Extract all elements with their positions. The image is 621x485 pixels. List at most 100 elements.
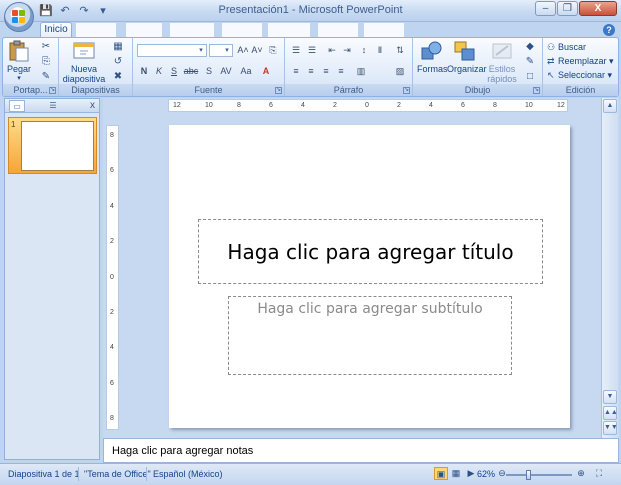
minimize-button[interactable]: –	[535, 1, 556, 16]
next-slide-icon[interactable]: ▼▼	[603, 421, 618, 435]
ruler-tick-label: 4	[110, 344, 114, 352]
tab-placeholder[interactable]	[364, 23, 404, 37]
font-group-label: Fuente	[133, 84, 284, 96]
paste-button[interactable]: Pegar ▾	[7, 40, 31, 84]
tab-placeholder[interactable]	[318, 23, 358, 37]
scroll-up-icon[interactable]: ▲	[603, 99, 617, 113]
layout-icon[interactable]: ▦	[111, 40, 125, 53]
arrange-icon	[453, 40, 477, 62]
ruler-tick-label: 10	[205, 102, 213, 109]
reset-icon[interactable]: ↺	[111, 55, 125, 68]
ruler-tick-label: 0	[110, 273, 114, 281]
dialog-launcher-icon[interactable]: ↘	[533, 87, 540, 94]
clear-format-icon[interactable]: ⎘	[266, 44, 280, 57]
italic-button[interactable]: K	[152, 65, 166, 78]
close-panel-icon[interactable]: x	[90, 99, 95, 113]
outline-tab-icon[interactable]: ☰	[45, 100, 61, 112]
shape-outline-icon[interactable]: ✎	[523, 55, 537, 68]
previous-slide-icon[interactable]: ▲▲	[603, 406, 618, 420]
copy-icon[interactable]: ⎘	[39, 55, 53, 68]
zoom-in-icon[interactable]: ⊕	[574, 467, 588, 480]
tab-placeholder[interactable]	[170, 23, 214, 37]
align-right-icon[interactable]: ≡	[319, 65, 333, 78]
line-spacing-icon[interactable]: ↕	[357, 44, 371, 57]
shape-effects-icon[interactable]: □	[523, 70, 537, 83]
replace-button[interactable]: ⇄ Reemplazar ▾	[547, 56, 614, 67]
tab-placeholder[interactable]	[126, 23, 162, 37]
underline-button[interactable]: S	[167, 65, 181, 78]
shape-fill-icon[interactable]: ◆	[523, 40, 537, 53]
grow-font-icon[interactable]: A˄	[236, 44, 250, 57]
shadow-button[interactable]: S	[202, 65, 216, 78]
ruler-tick-label: 8	[493, 102, 497, 109]
columns-icon[interactable]: Ⅱ	[373, 44, 387, 57]
font-size-combo[interactable]: ▾	[209, 44, 233, 57]
vertical-scrollbar[interactable]: ▲ ▼ ▲▲ ▼▼	[601, 98, 618, 438]
align-left-icon[interactable]: ≡	[289, 65, 303, 78]
numbering-icon[interactable]: ☰	[305, 44, 319, 57]
subtitle-placeholder[interactable]: Haga clic para agregar subtítulo	[228, 296, 512, 375]
decrease-indent-icon[interactable]: ⇤	[325, 44, 339, 57]
text-direction-icon[interactable]: ⇅	[393, 44, 407, 57]
slide-thumbnail-selected[interactable]: 1	[8, 117, 97, 174]
font-color-icon[interactable]: A	[259, 65, 273, 78]
notes-pane[interactable]: Haga clic para agregar notas	[103, 438, 619, 463]
ruler-tick-label: 8	[110, 132, 114, 139]
format-painter-icon[interactable]: ✎	[39, 70, 53, 83]
close-button[interactable]: X	[579, 1, 617, 16]
ruler-tick-label: 4	[301, 102, 305, 109]
cut-icon[interactable]: ✂	[39, 40, 53, 53]
normal-view-icon[interactable]: ▣	[434, 467, 448, 480]
dialog-launcher-icon[interactable]: ↘	[275, 87, 282, 94]
font-family-combo[interactable]: ▾	[137, 44, 207, 57]
dialog-launcher-icon[interactable]: ↘	[403, 87, 410, 94]
slideshow-icon[interactable]: ▶	[464, 467, 478, 480]
fit-slide-icon[interactable]: ⛶	[592, 467, 606, 480]
smartart-icon[interactable]: ▨	[393, 65, 407, 78]
ruler-tick-label: 2	[333, 102, 337, 109]
slide-sorter-icon[interactable]: ▦	[449, 467, 463, 480]
increase-indent-icon[interactable]: ⇥	[340, 44, 354, 57]
char-spacing-button[interactable]: AV	[217, 65, 235, 78]
office-button[interactable]	[4, 2, 34, 32]
title-placeholder[interactable]: Haga clic para agregar título	[198, 219, 543, 284]
select-button[interactable]: ↖ Seleccionar ▾	[547, 70, 612, 81]
help-icon[interactable]: ?	[603, 24, 615, 36]
strikethrough-button[interactable]: abc	[182, 65, 200, 78]
scroll-down-icon[interactable]: ▼	[603, 390, 617, 404]
dialog-launcher-icon[interactable]: ↘	[49, 87, 56, 94]
slide-number: 1	[11, 120, 16, 129]
vertical-ruler: 8 6 4 2 0 2 4 6 8	[106, 125, 119, 430]
ruler-tick-label: 4	[429, 102, 433, 109]
slides-tab-icon[interactable]: ▭	[9, 100, 25, 112]
bold-button[interactable]: N	[137, 65, 151, 78]
maximize-button[interactable]: ❐	[557, 1, 578, 16]
shapes-button[interactable]: Formas	[417, 40, 448, 74]
slides-panel: ▭ ☰ x 1	[4, 98, 100, 460]
language-indicator[interactable]: Español (México)	[153, 469, 223, 479]
columns-layout-icon[interactable]: ▥	[351, 65, 371, 78]
tab-placeholder[interactable]	[222, 23, 262, 37]
replace-icon: ⇄	[547, 56, 555, 66]
horizontal-ruler: 12 10 8 6 4 2 0 2 4 6 8 10 12	[168, 99, 568, 112]
change-case-button[interactable]: Aa	[237, 65, 255, 78]
tab-placeholder[interactable]	[268, 23, 310, 37]
align-center-icon[interactable]: ≡	[304, 65, 318, 78]
justify-icon[interactable]: ≡	[334, 65, 348, 78]
tab-inicio[interactable]: Inicio	[40, 22, 72, 38]
zoom-level[interactable]: 62%	[477, 469, 495, 479]
paragraph-group: ☰ ☰ ⇤ ⇥ ↕ Ⅱ ⇅ ≡ ≡ ≡ ≡ ▥ ▨ Párrafo ↘	[285, 38, 413, 96]
chevron-down-icon: ▾	[199, 47, 203, 54]
arrange-button[interactable]: Organizar	[447, 40, 487, 74]
ruler-tick-label: 8	[110, 415, 114, 422]
shapes-icon	[420, 40, 444, 62]
delete-slide-icon[interactable]: ✖	[111, 70, 125, 83]
tab-placeholder[interactable]	[76, 23, 116, 37]
zoom-slider[interactable]	[506, 470, 572, 480]
bullets-icon[interactable]: ☰	[289, 44, 303, 57]
drawing-group-label: Dibujo	[413, 84, 542, 96]
quick-styles-button[interactable]: Estilos rápidos	[485, 40, 519, 84]
zoom-slider-thumb[interactable]	[526, 470, 532, 480]
find-button[interactable]: ⚇ Buscar	[547, 42, 586, 53]
shrink-font-icon[interactable]: A˅	[250, 44, 264, 57]
